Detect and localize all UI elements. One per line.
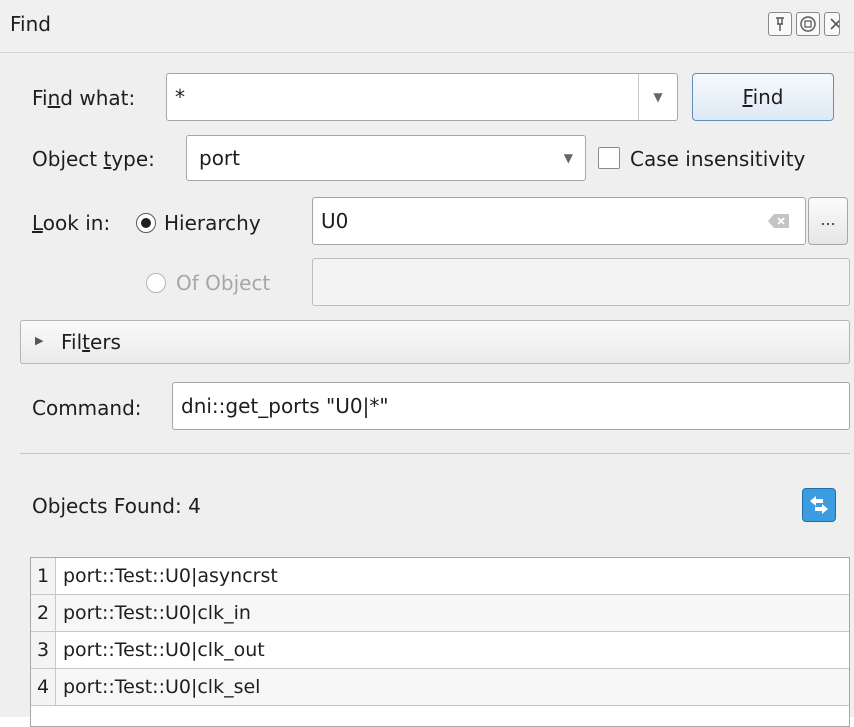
title-buttons — [768, 12, 840, 38]
panel-title: Find — [10, 12, 51, 36]
results-table[interactable]: 1 port::Test::U0|asyncrst 2 port::Test::… — [30, 557, 850, 727]
object-type-value: port — [199, 146, 240, 170]
find-panel: Find what: * ▼ Find Object type: port ▼ … — [0, 53, 854, 727]
pin-icon[interactable] — [768, 12, 792, 36]
row-number: 1 — [31, 558, 56, 594]
table-row[interactable]: 3 port::Test::U0|clk_out — [31, 632, 849, 669]
table-row[interactable]: 1 port::Test::U0|asyncrst — [31, 558, 849, 595]
find-button-label: ind — [752, 85, 784, 109]
divider — [20, 453, 850, 454]
of-object-input[interactable] — [312, 258, 850, 306]
chevron-down-icon: ▼ — [563, 151, 573, 165]
table-row[interactable]: 2 port::Test::U0|clk_in — [31, 595, 849, 632]
find-button[interactable]: Find — [692, 73, 834, 121]
chevron-right-icon: ▶ — [35, 334, 44, 347]
filters-label: Filters — [61, 330, 121, 354]
filters-expander[interactable]: ▶ Filters — [20, 320, 850, 364]
find-what-combobox[interactable]: * ▼ — [166, 73, 678, 121]
find-what-value: * — [175, 85, 185, 109]
table-row[interactable]: 4 port::Test::U0|clk_sel — [31, 669, 849, 706]
row-number: 4 — [31, 669, 56, 705]
find-what-label: Find what: — [32, 86, 136, 110]
case-insensitivity-checkbox[interactable] — [598, 147, 620, 169]
row-text: port::Test::U0|clk_sel — [63, 676, 261, 698]
panel-title-bar: Find — [0, 0, 854, 53]
objects-found-label: Objects Found: 4 — [32, 494, 201, 518]
chevron-down-icon[interactable]: ▼ — [638, 74, 677, 120]
clear-icon[interactable] — [767, 213, 791, 229]
command-label: Command: — [32, 396, 142, 420]
of-object-radio[interactable] — [146, 273, 166, 293]
find-button-mnemonic: F — [742, 85, 753, 109]
sync-icon[interactable] — [802, 488, 836, 522]
case-insensitivity-label[interactable]: Case insensitivity — [630, 147, 805, 171]
object-type-select[interactable]: port ▼ — [186, 135, 586, 181]
command-field[interactable]: dni::get_ports "U0|*" — [172, 382, 850, 430]
look-in-label: Look in: — [32, 211, 111, 235]
of-object-label[interactable]: Of Object — [176, 271, 270, 295]
float-icon[interactable] — [796, 12, 820, 36]
row-text: port::Test::U0|asyncrst — [63, 565, 278, 587]
row-number: 2 — [31, 595, 56, 631]
row-text: port::Test::U0|clk_out — [63, 639, 265, 661]
row-text: port::Test::U0|clk_in — [63, 602, 251, 624]
hierarchy-label[interactable]: Hierarchy — [164, 211, 261, 235]
hierarchy-value: U0 — [321, 209, 349, 233]
hierarchy-radio[interactable] — [136, 213, 156, 233]
row-number: 3 — [31, 632, 56, 668]
close-icon[interactable] — [824, 12, 840, 36]
browse-button[interactable]: ... — [808, 197, 848, 245]
command-value: dni::get_ports "U0|*" — [181, 394, 389, 418]
hierarchy-input[interactable]: U0 — [312, 197, 806, 245]
object-type-label: Object type: — [32, 147, 155, 171]
